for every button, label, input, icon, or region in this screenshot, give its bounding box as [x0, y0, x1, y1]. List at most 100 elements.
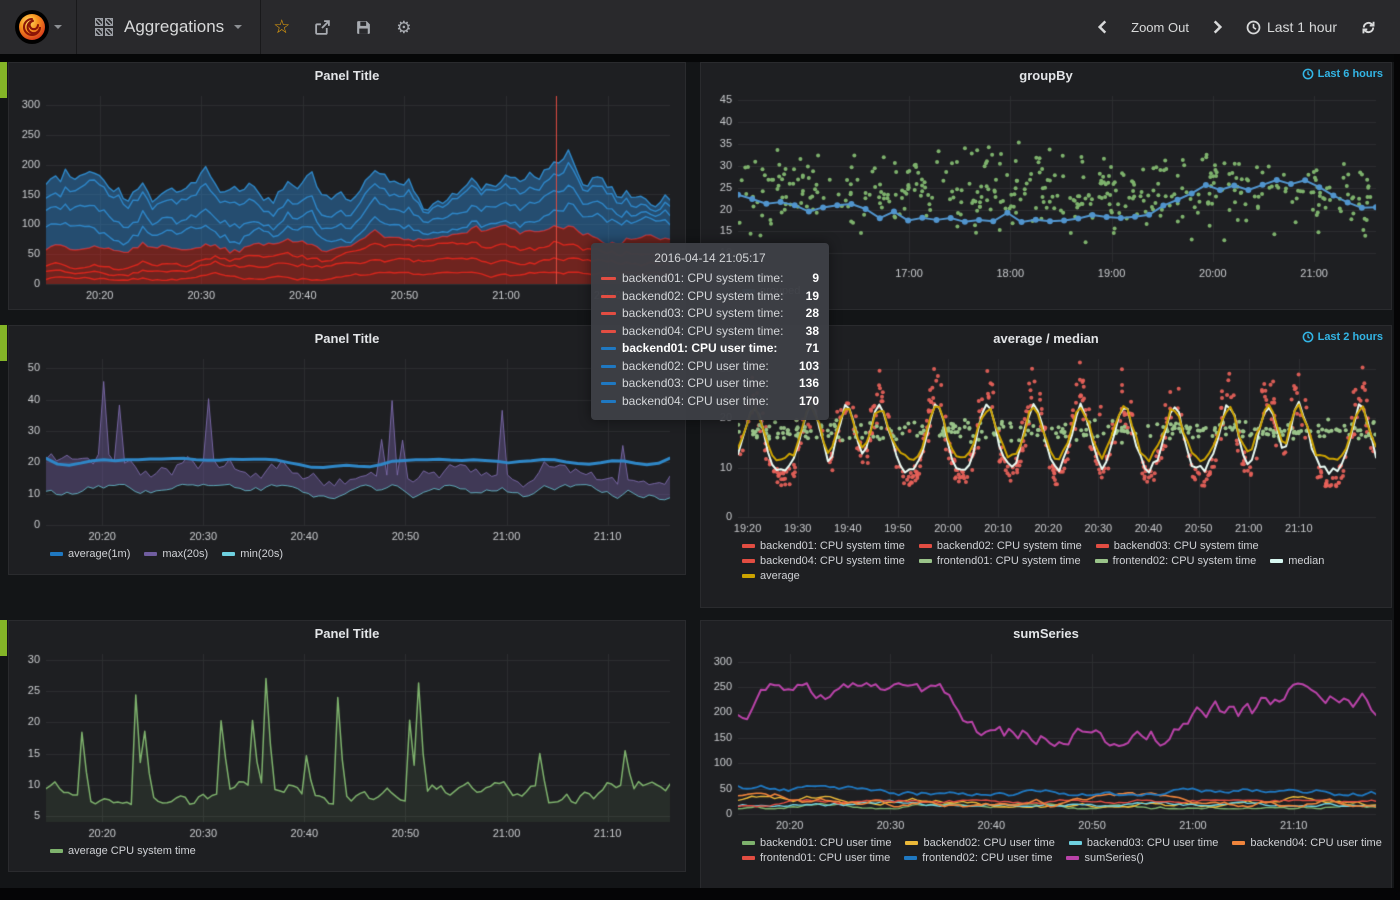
legend-item[interactable]: frontend01: CPU user time: [742, 852, 890, 864]
legend-label: min(20s): [240, 548, 283, 560]
gear-icon: ⚙: [396, 19, 411, 36]
row-tab-2[interactable]: [0, 325, 7, 361]
panel-title: sumSeries: [1013, 626, 1079, 641]
legend-item[interactable]: max(20s): [144, 548, 208, 560]
graph-tooltip: 2016-04-14 21:05:17 backend01: CPU syste…: [591, 243, 829, 420]
series-color-dash: [601, 400, 616, 403]
panel-header[interactable]: sumSeries: [704, 621, 1388, 646]
time-back-button[interactable]: [1086, 0, 1119, 54]
divider: [0, 54, 1400, 62]
series-color-dash: [601, 312, 616, 315]
chart-average-cpu[interactable]: [12, 646, 682, 842]
chart-stacked-cpu[interactable]: [12, 88, 682, 304]
legend-item[interactable]: average(1m): [50, 548, 130, 560]
legend-color-chip: [742, 559, 755, 563]
tooltip-row: backend04: CPU system time:38: [601, 325, 819, 338]
legend-item[interactable]: backend01: CPU system time: [742, 540, 905, 552]
legend-label: average(1m): [68, 548, 130, 560]
legend-color-chip: [904, 856, 917, 860]
legend-label: frontend02: CPU user time: [922, 852, 1052, 864]
dashboard-picker[interactable]: Aggregations: [77, 0, 261, 54]
time-range-picker[interactable]: Last 1 hour: [1234, 0, 1349, 54]
panel-title: Panel Title: [315, 331, 380, 346]
legend-item[interactable]: frontend02: CPU user time: [904, 852, 1052, 864]
star-button[interactable]: ☆: [261, 0, 302, 54]
star-icon: ☆: [273, 18, 290, 37]
legend-item[interactable]: frontend02: CPU system time: [1095, 555, 1257, 567]
tooltip-series-label: backend03: CPU system time:: [622, 307, 798, 320]
legend-color-chip: [742, 856, 755, 860]
grafana-dashboard: Aggregations ☆ ⚙: [0, 0, 1400, 900]
legend-item[interactable]: average CPU system time: [50, 845, 196, 857]
chevron-down-icon: [234, 25, 242, 29]
legend-color-chip: [1069, 841, 1082, 845]
row-tab-1[interactable]: [0, 62, 7, 98]
series-color-dash: [601, 365, 616, 368]
legend-label: backend03: CPU system time: [1114, 540, 1259, 552]
refresh-button[interactable]: [1349, 0, 1388, 54]
settings-button[interactable]: ⚙: [384, 0, 423, 54]
legend-item[interactable]: sumSeries(): [1066, 852, 1143, 864]
row-tab-3[interactable]: [0, 620, 7, 656]
refresh-icon: [1361, 20, 1376, 35]
tooltip-series-label: backend01: CPU system time:: [622, 272, 804, 285]
legend: average CPU system time: [12, 845, 682, 857]
time-forward-button[interactable]: [1201, 0, 1234, 54]
series-color-dash: [601, 382, 616, 385]
legend-color-chip: [1066, 856, 1079, 860]
legend-item[interactable]: backend03: CPU system time: [1096, 540, 1259, 552]
panel-header[interactable]: groupBy Last 6 hours: [704, 63, 1388, 88]
legend-item[interactable]: backend02: CPU user time: [905, 837, 1054, 849]
grafana-logo-menu[interactable]: [0, 0, 77, 54]
legend-color-chip: [905, 841, 918, 845]
time-override-badge[interactable]: Last 2 hours: [1302, 331, 1383, 343]
clock-icon: [1302, 331, 1314, 343]
tooltip-series-label: backend01: CPU user time:: [622, 342, 798, 355]
legend-item[interactable]: backend04: CPU user time: [1232, 837, 1381, 849]
zoom-out-label: Zoom Out: [1131, 20, 1189, 35]
legend-item[interactable]: backend02: CPU system time: [919, 540, 1082, 552]
tooltip-series-label: backend04: CPU user time:: [622, 395, 791, 408]
share-button[interactable]: [302, 0, 343, 54]
legend-item[interactable]: backend04: CPU system time: [742, 555, 905, 567]
tooltip-row: backend03: CPU system time:28: [601, 307, 819, 320]
time-override-label: Last 2 hours: [1318, 331, 1383, 343]
legend-item[interactable]: frontend01: CPU system time: [919, 555, 1081, 567]
panel-header[interactable]: Panel Title: [12, 63, 682, 88]
tooltip-rows: backend01: CPU system time:9backend02: C…: [601, 272, 819, 408]
legend-item[interactable]: min(20s): [222, 548, 283, 560]
chart-avg-max-min[interactable]: [12, 351, 682, 545]
legend-label: frontend01: CPU system time: [937, 555, 1081, 567]
legend-color-chip: [919, 544, 932, 548]
legend-label: max(20s): [162, 548, 208, 560]
time-override-badge[interactable]: Last 6 hours: [1302, 68, 1383, 80]
legend-color-chip: [1095, 559, 1108, 563]
legend-label: backend02: CPU user time: [923, 837, 1054, 849]
chevron-right-icon: [1213, 20, 1222, 34]
legend-label: backend04: CPU system time: [760, 555, 905, 567]
save-button[interactable]: [343, 0, 384, 54]
legend-color-chip: [919, 559, 932, 563]
navbar: Aggregations ☆ ⚙: [0, 0, 1400, 54]
tooltip-timestamp: 2016-04-14 21:05:17: [601, 251, 819, 265]
legend-item[interactable]: median: [1270, 555, 1324, 567]
legend-item[interactable]: average: [742, 570, 800, 582]
tooltip-row: backend03: CPU user time:136: [601, 377, 819, 390]
zoom-out-button[interactable]: Zoom Out: [1119, 0, 1201, 54]
panel-header[interactable]: Panel Title: [12, 326, 682, 351]
legend-item[interactable]: backend01: CPU user time: [742, 837, 891, 849]
time-controls: Zoom Out Last 1 hour: [1086, 0, 1400, 54]
grafana-logo-icon: [15, 10, 49, 44]
tooltip-row: backend04: CPU user time:170: [601, 395, 819, 408]
tooltip-row: backend01: CPU system time:9: [601, 272, 819, 285]
legend-item[interactable]: backend03: CPU user time: [1069, 837, 1218, 849]
panel-title: groupBy: [1019, 68, 1072, 83]
panel-title: average / median: [993, 331, 1099, 346]
chart-sumseries[interactable]: [704, 646, 1388, 834]
panel-header[interactable]: Panel Title: [12, 621, 682, 646]
clock-icon: [1302, 68, 1314, 80]
series-color-dash: [601, 330, 616, 333]
legend-label: backend03: CPU user time: [1087, 837, 1218, 849]
legend-label: backend02: CPU system time: [937, 540, 1082, 552]
legend-label: backend01: CPU system time: [760, 540, 905, 552]
